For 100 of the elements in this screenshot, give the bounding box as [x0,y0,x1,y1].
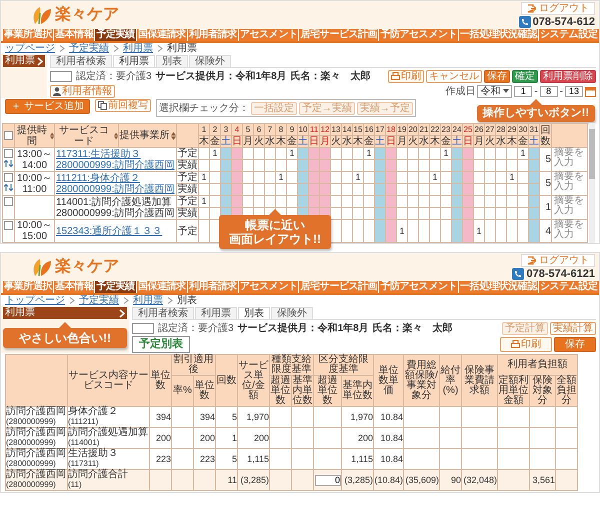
nav-tab[interactable]: 利用者請求 [188,29,238,41]
tab[interactable]: 保険外 [271,307,313,319]
user-info-button[interactable]: 利用者情報 [50,84,115,98]
era-select[interactable]: 令和 [477,84,512,98]
day-cell[interactable]: 1 [352,172,364,184]
sidebar-item[interactable]: 利用票 [3,307,127,319]
office-link[interactable]: 2800000999:訪問介護西岡 [56,184,176,194]
row-checkbox[interactable] [4,173,13,182]
nav-tab[interactable]: 基本情報 [54,29,94,41]
nav-tab[interactable]: 予定実績 [95,29,136,41]
nav-tab[interactable]: 一括処理状況確認 [459,29,538,41]
add-service-button[interactable]: ＋ サービス追加 [5,99,90,114]
weekday-cell: 金 [518,136,528,148]
tab[interactable]: 利用票 [113,55,155,67]
sort-icon[interactable] [170,132,176,140]
copy-previous-button[interactable]: 前回複写 [94,99,151,112]
nav-tab[interactable]: 予防アセスメント [379,29,458,41]
day-cell[interactable]: 1 [198,196,210,208]
callout-text: 帳票に近い [244,218,306,232]
breadcrumb-link[interactable]: トップページ [5,295,65,306]
breadcrumb-link[interactable]: 利用票 [123,43,153,54]
nav-tab[interactable]: 事業所選択 [3,281,54,293]
nav-tab[interactable]: 予防アセスメント [379,281,458,293]
action-button[interactable]: 保存 [484,70,510,82]
date-separator: - [560,86,563,96]
day-cell[interactable]: 1 [198,172,210,184]
day-cell[interactable]: 1 [474,220,484,242]
day-number: 13 [330,124,342,136]
day-cell[interactable]: 1 [506,172,518,184]
nav-tab[interactable]: 予定実績 [95,281,136,293]
phone-icon [518,16,531,28]
column-header: サービスコード [58,124,110,146]
logo-text: 楽々ケア [55,257,119,277]
weekday-cell: 金 [440,136,452,148]
logout-button[interactable]: ログアウト [521,254,595,267]
day-cell[interactable]: 1 [430,172,440,184]
sort-icon[interactable] [114,132,118,140]
up-down-arrows-icon[interactable] [4,184,13,191]
row-checkbox[interactable] [4,197,13,206]
sort-icon[interactable] [50,132,54,140]
action-button[interactable]: 保存 [554,337,596,352]
breadcrumb-link[interactable]: ップページ [5,43,55,54]
action-button[interactable]: 印刷 [500,337,552,352]
nav-tab[interactable]: システム設定 [538,281,599,293]
sidebar-item[interactable]: 利用票 [3,55,45,67]
logout-button[interactable]: ログアウト [521,2,595,15]
breadcrumb-link[interactable]: 利用票 [133,295,163,306]
nav-tab[interactable]: 国保連請求 [136,281,187,293]
service-link[interactable]: 111211:身体介護２ [56,172,176,184]
row-checkbox[interactable] [4,221,13,230]
column-header: 提供事業所 [120,130,170,141]
weekday-cell: 火 [408,136,418,148]
chevron-icon [167,297,173,304]
nav-tab[interactable]: 事業所選択 [3,29,54,41]
tab[interactable]: 利用票 [195,307,237,319]
date-field[interactable]: 1 [514,86,532,96]
tab[interactable]: 利用者検索 [132,307,194,319]
weekday-cell: 金 [286,136,298,148]
tab[interactable]: 利用者検索 [50,55,112,67]
office-link[interactable]: 2800000999:訪問介護西岡 [56,160,176,170]
day-number: 27 [484,124,496,136]
action-button[interactable]: 印刷 [388,70,424,82]
table-cell: 90 [440,470,462,490]
action-button[interactable]: 利用票削除 [540,70,596,82]
nav-tab[interactable]: システム設定 [538,29,599,41]
breadcrumb-link[interactable]: 予定実績 [69,43,109,54]
action-button[interactable]: 確定 [512,70,538,82]
day-number: 7 [264,124,276,136]
date-field[interactable]: 8 [540,86,558,96]
day-cell[interactable]: 1 [276,172,286,184]
nav-tab[interactable]: アセスメント [238,281,298,293]
day-cell[interactable]: 1 [396,220,408,242]
date-field[interactable]: 13 [565,86,583,96]
nav-tab[interactable]: 利用者請求 [188,281,238,293]
nav-tab[interactable]: 居宅サービス計画 [299,281,378,293]
plan-label: 予定 [176,148,198,160]
up-down-arrows-icon[interactable] [4,160,13,167]
row-checkbox[interactable] [4,149,13,158]
sprout-logo-icon [31,5,53,25]
service-link[interactable]: 117311:生活援助３ [56,148,176,160]
tab[interactable]: 別表 [238,307,270,319]
action-button[interactable]: キャンセル [426,70,482,82]
day-number: 16 [364,124,374,136]
nav-tab[interactable]: 基本情報 [54,281,94,293]
breadcrumb-link[interactable]: 予定実績 [79,295,119,306]
nav-tab[interactable]: 一括処理状況確認 [459,281,538,293]
nav-tab[interactable]: 居宅サービス計画 [299,29,378,41]
select-all-checkbox[interactable] [4,131,13,140]
user-name-text: 氏名：楽々 太郎 [290,69,371,83]
calendar-icon[interactable] [585,86,596,96]
nav-tab[interactable]: 国保連請求 [136,29,187,41]
tab[interactable]: 別表 [156,55,188,67]
scrollbar[interactable] [589,123,595,243]
day-number: 19 [396,124,408,136]
nav-tab[interactable]: アセスメント [238,29,298,41]
column-group-header: 利用者負担額 [508,359,568,370]
value-field[interactable]: 0 [315,474,341,486]
tab[interactable]: 保険外 [189,55,231,67]
calculate-button[interactable]: 実績計算 [550,322,596,334]
section-title: 予定別表 [132,336,190,353]
